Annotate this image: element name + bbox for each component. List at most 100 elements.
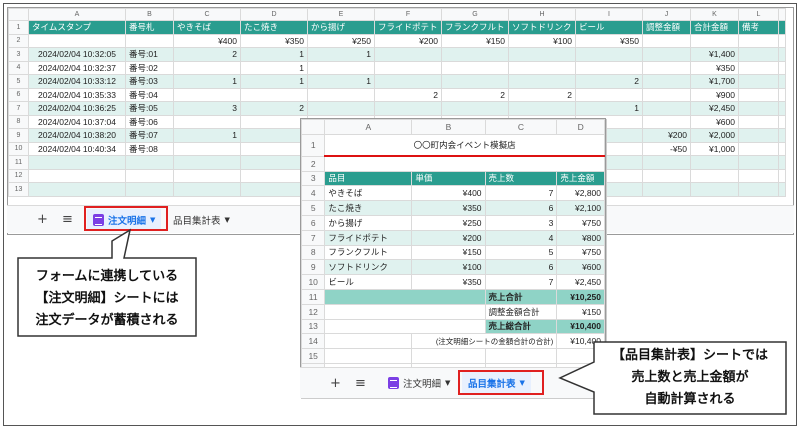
header-cell[interactable]: フライドポテト <box>374 20 442 35</box>
table-cell[interactable]: 5 <box>484 244 558 261</box>
table-cell[interactable] <box>738 182 779 197</box>
table-cell[interactable]: 1 <box>173 74 241 89</box>
table-cell[interactable] <box>738 87 779 102</box>
table-cell[interactable] <box>642 114 691 129</box>
table-cell[interactable]: ¥2,450 <box>556 274 605 290</box>
price-cell[interactable]: ¥200 <box>374 33 442 48</box>
table-cell[interactable] <box>738 155 779 170</box>
column-letter[interactable]: B <box>411 119 486 135</box>
table-cell[interactable]: 2024/02/04 10:33:12 <box>28 74 126 89</box>
table-cell[interactable]: ¥750 <box>556 214 605 231</box>
table-cell[interactable] <box>307 87 375 102</box>
column-letter[interactable]: C <box>173 8 241 21</box>
table-cell[interactable] <box>642 60 691 75</box>
table-cell[interactable] <box>508 60 576 75</box>
header-cell[interactable]: 調整金額 <box>642 20 691 35</box>
table-cell[interactable] <box>690 155 739 170</box>
table-cell[interactable]: ¥100 <box>411 259 486 276</box>
table-cell[interactable]: 2024/02/04 10:37:04 <box>28 114 126 129</box>
header-cell[interactable]: フランクフルト <box>441 20 509 35</box>
table-cell[interactable] <box>240 168 308 183</box>
table-cell[interactable] <box>642 87 691 102</box>
table-cell[interactable]: ビール <box>324 274 413 290</box>
table-cell[interactable]: ¥800 <box>556 229 605 246</box>
column-letter[interactable]: G <box>441 8 509 21</box>
table-cell[interactable] <box>642 101 691 116</box>
table-cell[interactable]: ¥2,100 <box>556 200 605 216</box>
adjust-total-value[interactable]: ¥150 <box>556 303 605 320</box>
price-cell[interactable] <box>28 33 126 48</box>
sales-total-value[interactable]: ¥10,250 <box>556 288 605 305</box>
table-cell[interactable]: ¥350 <box>411 274 486 290</box>
table-cell[interactable] <box>738 114 779 129</box>
table-cell[interactable]: 1 <box>307 74 375 89</box>
table-cell[interactable] <box>441 47 509 62</box>
table-cell[interactable] <box>173 141 241 156</box>
price-cell[interactable]: ¥150 <box>441 33 509 48</box>
table-cell[interactable]: フランクフルト <box>324 244 413 261</box>
table-cell[interactable] <box>575 60 643 75</box>
header-cell[interactable]: ビール <box>575 20 643 35</box>
table-cell[interactable]: 番号:08 <box>125 141 174 156</box>
price-cell[interactable]: ¥400 <box>173 33 241 48</box>
table-cell[interactable]: 6 <box>484 200 558 216</box>
table-cell[interactable]: 3 <box>173 101 241 116</box>
header-cell[interactable]: 品目 <box>324 170 413 187</box>
table-cell[interactable] <box>642 168 691 183</box>
table-cell[interactable] <box>575 47 643 62</box>
table-cell[interactable]: 番号:01 <box>125 47 174 62</box>
table-cell[interactable] <box>240 182 308 197</box>
table-cell[interactable] <box>642 74 691 89</box>
table-cell[interactable] <box>690 168 739 183</box>
table-cell[interactable] <box>575 87 643 102</box>
table-cell[interactable]: 7 <box>484 274 558 290</box>
table-cell[interactable] <box>173 168 241 183</box>
price-cell[interactable]: ¥250 <box>307 33 375 48</box>
table-cell[interactable] <box>173 114 241 129</box>
table-cell[interactable]: ¥2,800 <box>556 185 605 202</box>
table-cell[interactable]: 2024/02/04 10:35:33 <box>28 87 126 102</box>
table-cell[interactable] <box>738 101 779 116</box>
table-cell[interactable]: 7 <box>484 185 558 202</box>
table-cell[interactable]: 2024/02/04 10:36:25 <box>28 101 126 116</box>
table-cell[interactable]: ¥2,450 <box>690 101 739 116</box>
table-cell[interactable] <box>28 168 126 183</box>
chevron-down-icon[interactable]: ▼ <box>225 216 230 224</box>
column-letter[interactable]: F <box>374 8 442 21</box>
column-letter[interactable]: I <box>575 8 643 21</box>
table-cell[interactable]: 2024/02/04 10:38:20 <box>28 128 126 143</box>
header-cell[interactable]: から揚げ <box>307 20 375 35</box>
header-cell[interactable]: たこ焼き <box>240 20 308 35</box>
header-cell[interactable]: 備考 <box>738 20 779 35</box>
table-cell[interactable] <box>240 128 308 143</box>
table-cell[interactable] <box>642 47 691 62</box>
table-cell[interactable]: ¥2,000 <box>690 128 739 143</box>
table-cell[interactable] <box>690 182 739 197</box>
table-cell[interactable]: ¥1,400 <box>690 47 739 62</box>
all-sheets-menu-icon[interactable]: ≡ <box>62 212 73 227</box>
table-cell[interactable] <box>240 141 308 156</box>
column-letter[interactable]: A <box>28 8 126 21</box>
header-cell[interactable]: ソフトドリンク <box>508 20 576 35</box>
table-cell[interactable]: ¥150 <box>411 244 486 261</box>
table-cell[interactable]: ¥400 <box>411 185 486 202</box>
header-cell[interactable]: 合計金額 <box>690 20 739 35</box>
table-cell[interactable]: 6 <box>484 259 558 276</box>
table-cell[interactable]: 2 <box>173 47 241 62</box>
table-cell[interactable]: 2024/02/04 10:40:34 <box>28 141 126 156</box>
column-letter[interactable]: K <box>690 8 739 21</box>
add-sheet-icon[interactable]: + <box>37 212 48 227</box>
table-cell[interactable]: 1 <box>240 60 308 75</box>
table-cell[interactable]: 2 <box>240 101 308 116</box>
table-cell[interactable] <box>441 74 509 89</box>
table-cell[interactable]: ¥250 <box>411 214 486 231</box>
header-cell[interactable]: 番号札 <box>125 20 174 35</box>
column-letter[interactable]: B <box>125 8 174 21</box>
table-cell[interactable]: 2024/02/04 10:32:37 <box>28 60 126 75</box>
header-cell[interactable]: 売上金額 <box>556 170 605 187</box>
table-cell[interactable]: 1 <box>240 74 308 89</box>
table-cell[interactable] <box>125 168 174 183</box>
table-cell[interactable]: やきそば <box>324 185 413 202</box>
table-cell[interactable] <box>125 182 174 197</box>
table-cell[interactable]: 2024/02/04 10:32:05 <box>28 47 126 62</box>
